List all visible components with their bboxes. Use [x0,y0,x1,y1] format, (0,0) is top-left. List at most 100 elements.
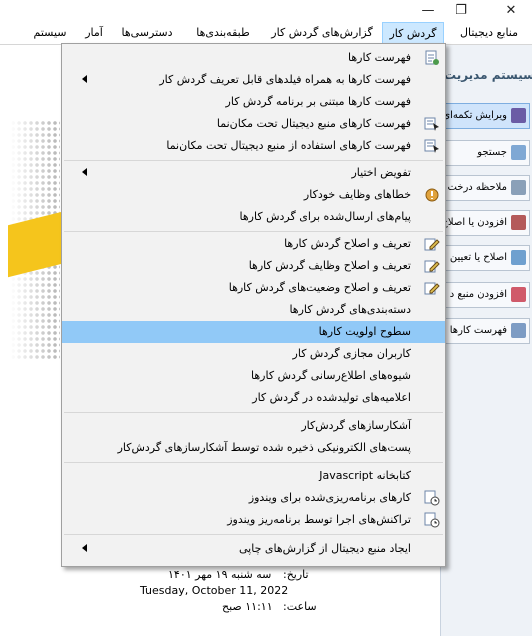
tree-icon [511,180,526,195]
panel-button-task-list[interactable]: فهرست کارها [444,318,530,344]
menu-item-define-workflow-states[interactable]: تعریف و اصلاح وضعیت‌های گردش کارها [62,277,445,299]
menu-item-label: تعریف و اصلاح گردش کارها [284,237,411,250]
modify-icon [511,250,526,265]
workflow-dropdown-menu: فهرست کارها فهرست کارها به همراه فیلدهای… [61,43,446,567]
list-icon [425,50,439,65]
date-value: سه شنبه ۱۹ مهر ۱۴۰۱ [168,568,272,581]
submenu-arrow-icon [82,544,87,552]
date-label: تاریخ: [283,568,309,581]
menu-item-windows-scheduled-tasks[interactable]: کارهای برنامه‌ریزی‌شده برای ویندوز [62,487,445,509]
panel-button-search[interactable]: جستجو [444,140,530,166]
menu-statistics[interactable]: آمار [78,22,110,44]
panel-button-label: افزودن منبع د [449,289,507,300]
menu-item-label: ایجاد منبع دیجیتال از گزارش‌های چاپی [239,542,411,555]
menu-item-sent-messages[interactable]: پیام‌های ارسال‌شده برای گردش کارها [62,206,445,228]
menu-item-define-workflows[interactable]: تعریف و اصلاح گردش کارها [62,233,445,255]
menu-item-resource-tasks-cursor[interactable]: فهرست کارهای منبع دیجیتال تحت مکان‌نما [62,113,445,135]
list-icon [511,323,526,338]
menu-separator [64,231,443,232]
menu-separator [64,412,443,413]
menu-item-label: تعریف و اصلاح وظایف گردش کارها [248,259,411,272]
menu-workflow[interactable]: گردش کار [382,22,444,44]
restore-button[interactable]: ❐ [453,3,469,19]
panel-button-edit[interactable]: ویرایش تکمه‌ای [444,103,530,129]
edit-icon [424,238,440,251]
menu-access[interactable]: دسترسی‌ها [112,22,182,44]
menu-item-label: فهرست کارهای استفاده از منبع دیجیتال تحت… [166,139,411,152]
panel-title: سیستم مدیریت [444,68,532,82]
menu-item-label: کاربران مجازی گردش کار [292,347,411,360]
menu-item-label: فهرست کارها به همراه فیلدهای قابل تعریف … [159,73,411,86]
menu-item-label: پیام‌های ارسال‌شده برای گردش کارها [239,210,411,223]
panel-button-label: اصلاح یا تعیین [449,252,507,263]
menu-item-label: آشکارسازهای گردش‌کار [301,419,411,432]
menu-item-label: سطوح اولویت کارها [318,325,411,338]
menu-item-auto-task-errors[interactable]: خطاهای وظایف خودکار [62,184,445,206]
menu-item-label: فهرست کارهای منبع دیجیتال تحت مکان‌نما [216,117,411,130]
menu-item-define-workflow-duties[interactable]: تعریف و اصلاح وظایف گردش کارها [62,255,445,277]
menu-item-label: فهرست کارها مبتنی بر برنامه گردش کار [225,95,411,108]
menu-item-label: فهرست کارها [348,51,411,64]
cursor-list-icon [424,117,439,131]
panel-button-label: فهرست کارها [449,325,507,336]
menu-item-virtual-users[interactable]: کاربران مجازی گردش کار [62,343,445,365]
menu-item-workflow-categories[interactable]: دسته‌بندی‌های گردش کارها [62,299,445,321]
menu-item-label: تفویض اختیار [351,166,411,179]
search-icon [511,145,526,160]
date-english: Tuesday, October 11, 2022 [140,584,289,597]
menu-item-resource-usage-cursor[interactable]: فهرست کارهای استفاده از منبع دیجیتال تحت… [62,135,445,157]
menu-item-label: خطاهای وظایف خودکار [303,188,411,201]
menu-item-label: دسته‌بندی‌های گردش کارها [289,303,411,316]
menu-system[interactable]: سیستم [26,22,74,44]
panel-button-add-edit[interactable]: افزودن یا اصلاح [444,210,530,236]
panel-button-tree[interactable]: ملاحظه درخت [444,175,530,201]
submenu-arrow-icon [82,168,87,176]
schedule-icon [424,490,440,506]
menu-item-notification-methods[interactable]: شیوه‌های اطلاع‌رسانی گردش کارها [62,365,445,387]
menu-item-task-list[interactable]: فهرست کارها [62,47,445,69]
menu-item-label: تراکنش‌های اجرا توسط برنامه‌ریز ویندوز [227,513,411,526]
menu-classifications[interactable]: طبقه‌بندی‌ها [186,22,260,44]
edit-icon [511,108,526,123]
menu-item-task-list-program[interactable]: فهرست کارها مبتنی بر برنامه گردش کار [62,91,445,113]
error-icon [425,188,439,202]
menu-digital-resources[interactable]: منابع دیجیتال [450,22,528,44]
minimize-button[interactable]: — [420,3,436,19]
menu-bar: منابع دیجیتال گردش کار گزارش‌های گردش کا… [0,22,532,45]
schedule-icon [424,512,440,528]
time-label: ساعت: [283,600,317,613]
menu-item-detector-emails[interactable]: پست‌های الکترونیکی ذخیره شده توسط آشکارس… [62,437,445,459]
menu-separator [64,160,443,161]
menu-item-label: پست‌های الکترونیکی ذخیره شده توسط آشکارس… [117,441,411,454]
menu-separator [64,534,443,535]
menu-item-label: اعلامیه‌های تولیدشده در گردش کار [252,391,411,404]
panel-button-label: افزودن یا اصلاح [444,217,507,228]
edit-icon [424,260,440,273]
menu-item-generated-notices[interactable]: اعلامیه‌های تولیدشده در گردش کار [62,387,445,409]
menu-item-scheduler-transactions[interactable]: تراکنش‌های اجرا توسط برنامه‌ریز ویندوز [62,509,445,531]
panel-button-label: ویرایش تکمه‌ای [444,110,507,121]
menu-item-label: شیوه‌های اطلاع‌رسانی گردش کارها [251,369,411,382]
panel-button-add-resource[interactable]: افزودن منبع د [444,282,530,308]
cursor-list-icon [424,139,439,153]
menu-item-create-resource-from-reports[interactable]: ایجاد منبع دیجیتال از گزارش‌های چاپی [62,538,445,560]
submenu-arrow-icon [82,75,87,83]
menu-separator [64,462,443,463]
menu-item-label: کتابخانه Javascript [319,469,411,482]
close-button[interactable]: ✕ [503,3,519,19]
menu-item-priority-levels[interactable]: سطوح اولویت کارها [62,321,445,343]
menu-item-label: تعریف و اصلاح وضعیت‌های گردش کارها [228,281,411,294]
panel-button-modify[interactable]: اصلاح یا تعیین [444,245,530,271]
title-bar: — ❐ ✕ [0,0,532,22]
menu-item-javascript-library[interactable]: کتابخانه Javascript [62,465,445,487]
panel-button-label: جستجو [477,147,507,158]
panel-button-label: ملاحظه درخت [447,182,507,193]
menu-item-label: کارهای برنامه‌ریزی‌شده برای ویندوز [248,491,411,504]
menu-workflow-reports[interactable]: گزارش‌های گردش کار [264,22,380,44]
menu-item-delegation[interactable]: تفویض اختیار [62,162,445,184]
menu-item-task-list-fields[interactable]: فهرست کارها به همراه فیلدهای قابل تعریف … [62,69,445,91]
time-value: ۱۱:۱۱ صبح [222,600,273,613]
add-edit-icon [511,215,526,230]
menu-item-detectors[interactable]: آشکارسازهای گردش‌کار [62,415,445,437]
add-resource-icon [511,287,526,302]
